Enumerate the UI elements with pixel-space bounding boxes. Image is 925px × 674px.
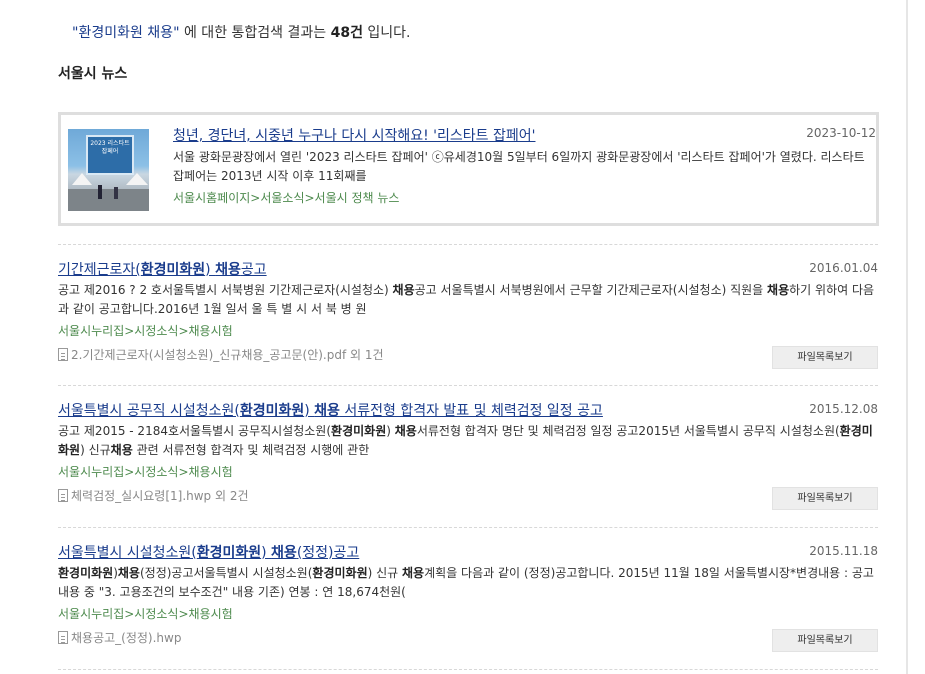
file-list-button[interactable]: 파일목록보기 <box>772 487 878 510</box>
news-description: 서울 광화문광장에서 열린 '2023 리스타트 잡페어' ⓒ유세경10월 5일… <box>173 150 865 183</box>
section-title: 서울시 뉴스 <box>58 66 128 82</box>
search-result: 서울특별시 시설청소원(환경미화원) 채용(정정)공고 2015.11.18 환… <box>58 542 878 672</box>
result-path-link[interactable]: 서울시누리집>시정소식>채용시험 <box>58 605 233 622</box>
attachment[interactable]: 체력검정_실시요령[1].hwp 외 2건 <box>58 487 249 504</box>
news-card: 2023 리스타트 잡페어 청년, 경단녀, 시중년 누구나 다시 시작해요! … <box>58 112 879 226</box>
result-date: 2015.11.18 <box>809 544 878 558</box>
result-date: 2016.01.04 <box>809 261 878 275</box>
search-result: 서울특별시 공무직 시설청소원(환경미화원) 채용 서류전형 합격자 발표 및 … <box>58 400 878 530</box>
summary-text: 에 대한 통합검색 결과는 <box>179 25 331 41</box>
result-description: 환경미화원)채용(정정)공고서울특별시 시설청소원(환경미화원) 신규 채용계획… <box>58 566 874 599</box>
divider <box>58 244 878 245</box>
divider <box>58 527 878 528</box>
search-summary: "환경미화원 채용" 에 대한 통합검색 결과는 48건 입니다. <box>72 22 411 42</box>
attachment[interactable]: 채용공고_(정정).hwp <box>58 629 181 646</box>
person-shape <box>114 187 118 199</box>
news-date: 2023-10-12 <box>806 126 876 140</box>
search-query: "환경미화원 채용" <box>72 25 180 41</box>
result-description: 공고 제2015 - 2184호서울특별시 공무직시설청소원(환경미화원) 채용… <box>58 424 873 457</box>
news-title-link[interactable]: 청년, 경단녀, 시중년 누구나 다시 시작해요! '리스타트 잡페어' <box>173 125 535 145</box>
attachment-name: 채용공고_(정정).hwp <box>71 631 182 645</box>
result-count: 48건 <box>330 25 363 41</box>
result-date: 2015.12.08 <box>809 402 878 416</box>
result-title-link[interactable]: 서울특별시 시설청소원(환경미화원) 채용(정정)공고 <box>58 542 359 562</box>
ground-shape <box>68 189 149 211</box>
search-result: 기간제근로자(환경미화원) 채용공고 2016.01.04 공고 제2016 ?… <box>58 259 878 389</box>
divider <box>58 669 878 670</box>
result-description: 공고 제2016 ? 2 호서울특별시 서북병원 기간제근로자(시설청소) 채용… <box>58 283 875 316</box>
summary-end: 입니다. <box>362 25 411 41</box>
tent-shape <box>72 173 92 185</box>
news-thumbnail[interactable]: 2023 리스타트 잡페어 <box>68 129 149 211</box>
attachment[interactable]: 2.기간제근로자(시설청소원)_신규채용_공고문(안).pdf 외 1건 <box>58 346 384 363</box>
result-title-link[interactable]: 서울특별시 공무직 시설청소원(환경미화원) 채용 서류전형 합격자 발표 및 … <box>58 400 603 420</box>
file-icon <box>58 631 68 644</box>
result-path-link[interactable]: 서울시누리집>시정소식>채용시험 <box>58 322 233 339</box>
person-shape <box>98 185 102 199</box>
right-border <box>906 0 908 674</box>
file-icon <box>58 348 68 361</box>
thumbnail-sign: 2023 리스타트 잡페어 <box>86 135 134 175</box>
attachment-name: 체력검정_실시요령[1].hwp 외 2건 <box>71 489 249 503</box>
attachment-name: 2.기간제근로자(시설청소원)_신규채용_공고문(안).pdf 외 1건 <box>71 348 384 362</box>
result-title-link[interactable]: 기간제근로자(환경미화원) 채용공고 <box>58 259 267 279</box>
file-icon <box>58 489 68 502</box>
tent-shape <box>126 173 148 185</box>
divider <box>58 385 878 386</box>
news-path-link[interactable]: 서울시홈페이지>서울소식>서울시 정책 뉴스 <box>173 189 399 206</box>
file-list-button[interactable]: 파일목록보기 <box>772 346 878 369</box>
result-path-link[interactable]: 서울시누리집>시정소식>채용시험 <box>58 463 233 480</box>
file-list-button[interactable]: 파일목록보기 <box>772 629 878 652</box>
